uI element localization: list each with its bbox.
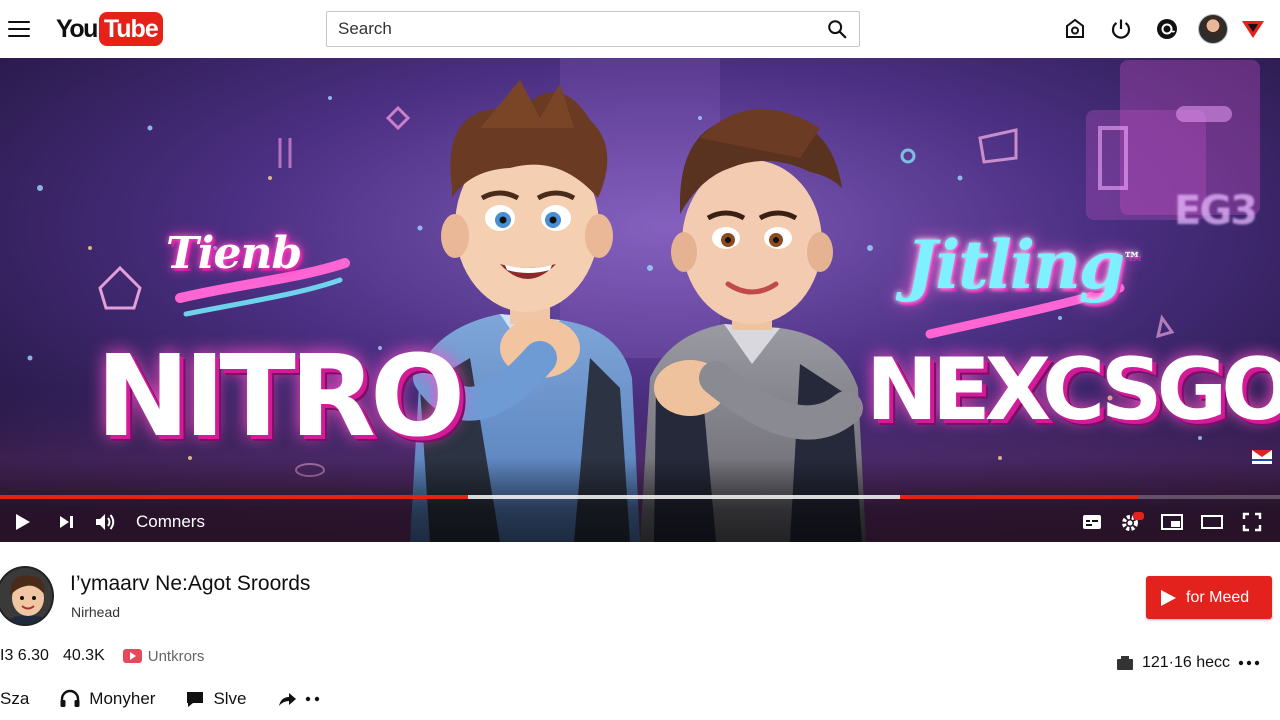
youtube-logo[interactable]: You Tube [56, 12, 163, 46]
action-share-label: Sza [0, 689, 30, 708]
menu-icon[interactable] [8, 16, 34, 42]
video-info: I’ymaarv Ne:Agot Sroords Nirhead for Mee… [0, 542, 1280, 720]
like-count: 40.3K [62, 647, 105, 664]
search-icon [828, 20, 847, 39]
trademark-mark: ™ [1123, 249, 1141, 270]
subscribe-button[interactable]: for Meed [1146, 576, 1272, 619]
miniplayer-icon[interactable] [1152, 502, 1192, 542]
player-controls-right [1072, 502, 1272, 542]
next-icon[interactable] [44, 502, 88, 542]
thumbnail-small-right-text: Jitling [906, 226, 1125, 304]
more-dots-icon [305, 696, 319, 702]
thumbnail-big-left: NITRO [96, 332, 465, 462]
video-title: I’ymaarv Ne:Agot Sroords [70, 572, 311, 595]
theater-icon[interactable] [1192, 502, 1232, 542]
thumbnail-big-right: NEXCSGO [866, 340, 1280, 440]
player-controls: Comners [0, 502, 1280, 542]
progress-bar[interactable] [0, 495, 1280, 499]
volume-icon[interactable] [88, 502, 124, 542]
time-display[interactable]: Comners [136, 512, 205, 532]
upload-date-text: 121·16 hecc [1141, 654, 1230, 671]
fullscreen-icon[interactable] [1232, 502, 1272, 542]
settings-icon[interactable] [1112, 502, 1152, 542]
subtitles-icon[interactable] [1072, 502, 1112, 542]
search-input[interactable] [327, 12, 815, 46]
action-monyher-label: Monyher [89, 689, 156, 708]
action-bar: Sza Monyher Slve [0, 686, 351, 712]
corner-flag-icon [1252, 450, 1272, 464]
search-bar [326, 11, 860, 47]
progress-segment-marker [899, 495, 1138, 499]
avatar-image [1198, 14, 1228, 44]
background-sign-text: EG3 [1174, 188, 1258, 234]
headphones-icon [60, 689, 80, 707]
top-bar: You Tube [0, 0, 1280, 58]
more-icon[interactable] [1238, 660, 1260, 666]
channel-avatar[interactable] [0, 566, 54, 626]
comment-icon [187, 692, 204, 707]
action-monyher[interactable]: Monyher [59, 689, 155, 709]
camera-icon[interactable] [1052, 12, 1098, 46]
logo-you-text: You [56, 14, 98, 43]
action-save[interactable]: Slve [185, 689, 247, 709]
action-save-label: Slve [213, 689, 247, 708]
logo-tube-text: Tube [98, 12, 163, 46]
at-sign-icon[interactable] [1144, 12, 1190, 46]
avatar[interactable] [1190, 12, 1236, 46]
action-share[interactable]: Sza [0, 689, 29, 709]
action-more[interactable] [277, 690, 321, 708]
channel-name[interactable]: Nirhead [71, 604, 120, 620]
play-icon[interactable] [0, 502, 44, 542]
thumbnail-small-left: Tienb [166, 228, 302, 279]
youtube-badge-icon [122, 649, 142, 663]
video-player[interactable]: Tienb NITRO Jitling™ NEXCSGO EG3 Comners [0, 58, 1280, 542]
notification-flag-icon[interactable] [1236, 12, 1270, 46]
subscribe-label: for Meed [1186, 588, 1250, 606]
calendar-icon [1116, 656, 1133, 670]
header-icons [1052, 12, 1270, 46]
play-icon [1161, 589, 1176, 606]
progress-played [0, 495, 469, 499]
view-count: I3 6.30 [0, 647, 49, 664]
video-stats: I3 6.30 40.3K Untkrors [0, 646, 204, 666]
search-button[interactable] [815, 12, 859, 46]
upload-date: 121·16 hecc [1116, 654, 1260, 672]
power-icon[interactable] [1098, 12, 1144, 46]
forward-icon [278, 693, 296, 706]
stats-badge-label: Untkrors [147, 647, 205, 665]
thumbnail-small-right: Jitling™ [906, 226, 1141, 304]
stats-badge[interactable]: Untkrors [122, 647, 205, 665]
